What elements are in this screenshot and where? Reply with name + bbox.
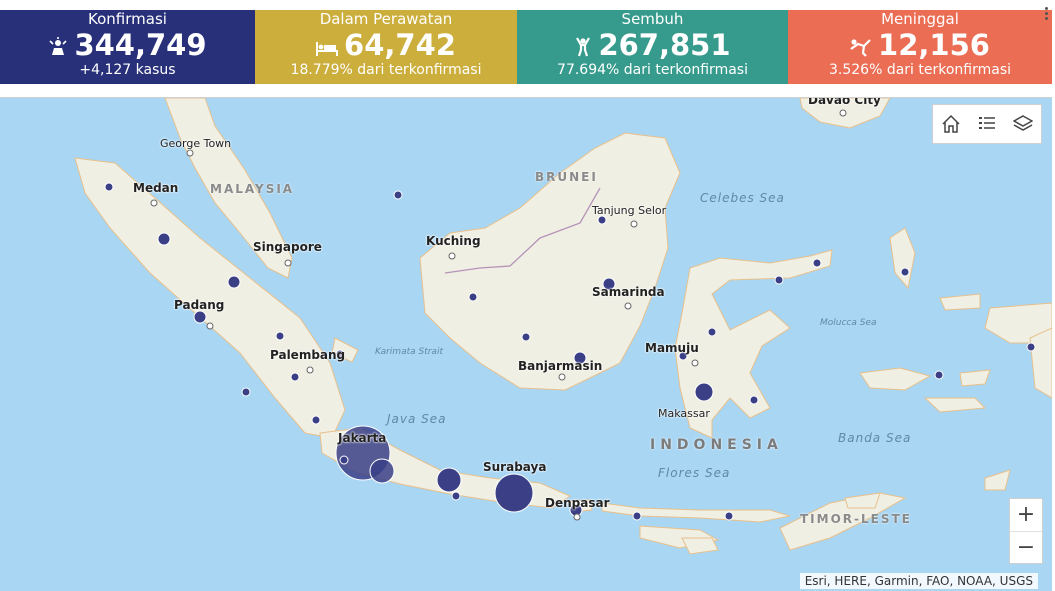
map-attribution: Esri, HERE, Garmin, FAO, NOAA, USGS [799,573,1038,589]
sea-label-flores: Flores Sea [658,466,731,480]
stat-value: 64,742 [344,28,456,62]
map-view[interactable]: Davao City George Town Medan MALAYSIA BR… [0,97,1052,591]
stat-value: 12,156 [878,28,990,62]
place-label-banjarmasin: Banjarmasin [518,359,603,373]
stat-card-sembuh: Sembuh 267,851 77.694% dari terkonfirmas… [517,10,788,84]
place-label-singapore: Singapore [253,240,322,254]
place-label-jakarta: Jakarta [338,431,387,445]
place-label-makassar: Makassar [658,407,710,420]
country-label-malaysia: MALAYSIA [210,182,295,196]
stat-card-meninggal: Meninggal 12,156 3.526% dari terkonfirma… [788,10,1052,84]
home-icon [942,114,960,133]
stat-value: 267,851 [598,28,731,62]
sea-label-molucca: Molucca Sea [820,318,877,328]
place-label-davao: Davao City [808,97,881,107]
legend-button[interactable] [969,105,1005,143]
map-toolbar [932,104,1042,144]
sea-label-java: Java Sea [387,412,447,426]
stat-label: Meninggal [881,10,959,28]
stat-sub: +4,127 kasus [79,62,176,78]
place-label-samarinda: Samarinda [592,285,665,299]
country-label-indonesia: INDONESIA [650,437,783,453]
country-label-timor-leste: TIMOR-LESTE [800,512,912,526]
hospital-bed-icon [316,42,339,56]
person-falling-icon [850,39,871,57]
person-celebrate-icon [576,37,591,57]
stat-card-konfirmasi: Konfirmasi 344,749 +4,127 kasus [0,10,255,84]
sea-label-banda: Banda Sea [838,431,912,445]
place-label-palembang: Palembang [270,348,346,362]
sea-label-karimata: Karimata Strait [375,347,443,357]
stat-label: Dalam Perawatan [319,10,453,28]
zoom-control: + − [1009,498,1043,564]
stat-label: Sembuh [621,10,684,28]
place-label-surabaya: Surabaya [483,460,547,474]
stat-sub: 3.526% dari terkonfirmasi [828,62,1012,78]
zoom-in-button[interactable]: + [1010,499,1042,531]
country-label-brunei: BRUNEI [535,170,598,184]
sea-label-celebes: Celebes Sea [700,191,785,205]
place-label-medan: Medan [133,181,179,195]
home-button[interactable] [933,105,969,143]
stat-sub: 77.694% dari terkonfirmasi [557,62,748,78]
more-options-icon[interactable] [1040,6,1052,20]
place-label-mamuju: Mamuju [645,341,699,355]
place-label-padang: Padang [174,298,225,312]
layers-icon [1013,115,1033,131]
person-alert-icon [49,37,68,55]
stats-bar: Konfirmasi 344,749 +4,127 kasus Dalam Pe… [0,10,1052,84]
stat-card-perawatan: Dalam Perawatan 64,742 18.779% dari terk… [255,10,517,84]
place-label-denpasar: Denpasar [545,496,610,510]
stat-label: Konfirmasi [88,10,167,28]
stat-value: 344,749 [74,28,207,62]
stat-sub: 18.779% dari terkonfirmasi [290,62,482,78]
layers-button[interactable] [1005,105,1041,143]
place-label-kuching: Kuching [426,234,481,248]
place-label-tanjung-selor: Tanjung Selor [592,204,667,217]
list-icon [979,117,995,129]
zoom-out-button[interactable]: − [1010,531,1042,564]
place-label-george-town: George Town [160,137,232,150]
